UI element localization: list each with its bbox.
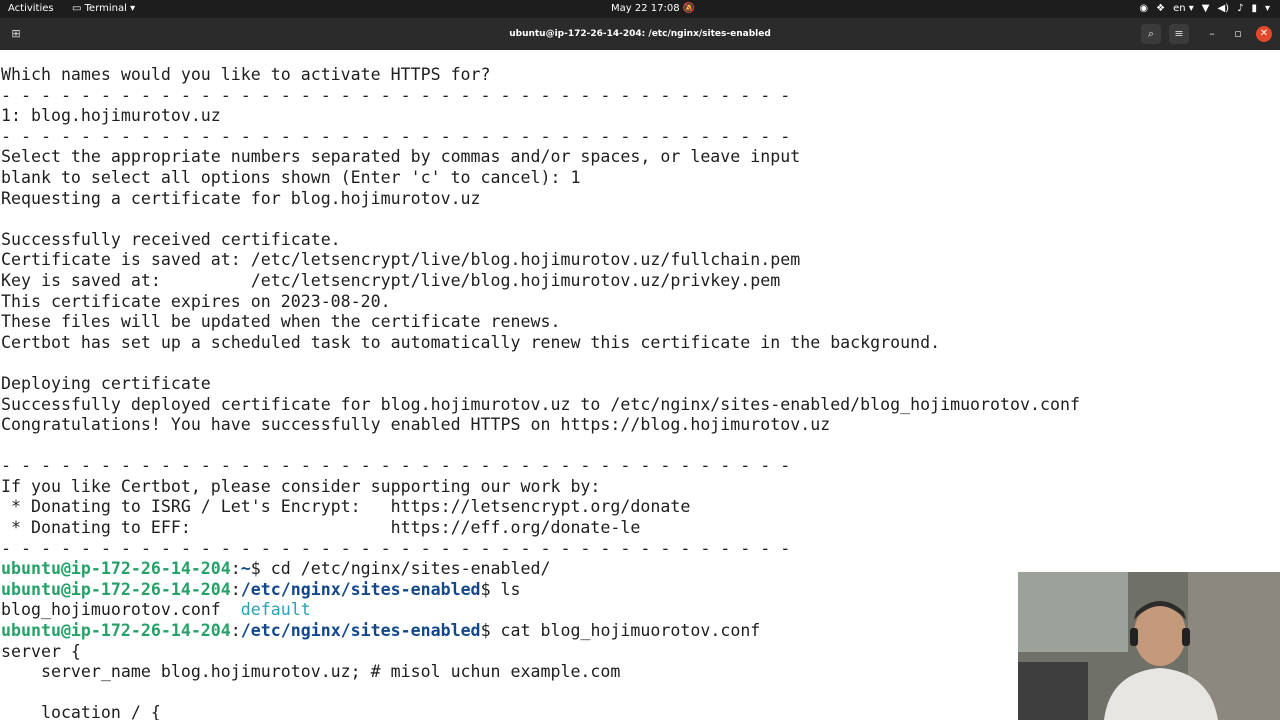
window-title: ubuntu@ip-172-26-14-204: /etc/nginx/site… (509, 29, 771, 39)
terminal-line: 1: blog.hojimurotov.uz (1, 106, 221, 126)
terminal-line: Which names would you like to activate H… (1, 65, 491, 84)
colorpicker-icon[interactable]: ◉ (1139, 0, 1148, 18)
terminal-line: - - - - - - - - - - - - - - - - - - - - … (1, 85, 791, 105)
prompt-path: /etc/nginx/sites-enabled (240, 579, 481, 599)
config-line: server_name blog.hojimurotov.uz; # misol… (1, 662, 621, 682)
terminal-line: - - - - - - - - - - - - - - - - - - - - … (1, 538, 791, 558)
prompt-line: ubuntu@ip-172-26-14-204:/etc/nginx/sites… (1, 621, 761, 641)
prompt-line: ubuntu@ip-172-26-14-204:/etc/nginx/sites… (1, 579, 521, 599)
chevron-down-icon: ▾ (130, 3, 136, 14)
prompt-path: /etc/nginx/sites-enabled (240, 621, 481, 641)
app-menu[interactable]: ▭ Terminal ▾ (72, 0, 135, 18)
webcam-overlay (1018, 572, 1280, 720)
file-name: blog_hojimuorotov.conf (1, 600, 221, 620)
activities-button[interactable]: Activities (8, 0, 54, 18)
prompt-line: ubuntu@ip-172-26-14-204:~$ cd /etc/nginx… (1, 559, 551, 579)
terminal-line: Congratulations! You have successfully e… (1, 415, 831, 435)
terminal-line: This certificate expires on 2023-08-20. (1, 291, 391, 311)
config-line: location / { (1, 703, 161, 720)
terminal-line: Certbot has set up a scheduled task to a… (1, 332, 941, 352)
command-text: cd /etc/nginx/sites-enabled/ (270, 559, 551, 579)
terminal-line: Certificate is saved at: /etc/letsencryp… (1, 250, 801, 270)
terminal-icon: ▭ (72, 3, 82, 14)
prompt-user: ubuntu@ip-172-26-14-204 (1, 579, 231, 599)
terminal-line: These files will be updated when the cer… (1, 312, 561, 332)
close-icon[interactable]: ✕ (1256, 26, 1272, 42)
terminal-line: - - - - - - - - - - - - - - - - - - - - … (1, 126, 791, 146)
minimize-icon[interactable]: – (1202, 24, 1222, 44)
notifications-off-icon: 🔕 (682, 3, 696, 14)
clock[interactable]: May 22 17:08 🔕 (611, 0, 695, 18)
power-menu-icon[interactable]: ▾ (1265, 0, 1270, 18)
language-indicator[interactable]: en ▾ (1173, 0, 1194, 18)
mic-icon[interactable]: ♪ (1237, 0, 1243, 18)
ls-output: blog_hojimuorotov.conf default (1, 600, 1080, 621)
file-name-highlighted: default (240, 600, 311, 620)
terminal-line: Deploying certificate (1, 373, 211, 393)
terminal-line: * Donating to EFF: https://eff.org/donat… (1, 518, 641, 538)
prompt-path: ~ (240, 559, 251, 579)
command-text: cat blog_hojimuorotov.conf (500, 621, 761, 641)
app-name: Terminal (84, 3, 127, 14)
search-icon[interactable]: ⌕ (1141, 24, 1161, 44)
terminal-line: If you like Certbot, please consider sup… (1, 476, 601, 496)
terminal-line: Requesting a certificate for blog.hojimu… (1, 188, 481, 208)
terminal-line: Successfully deployed certificate for bl… (1, 394, 1080, 414)
volume-icon[interactable]: ◀) (1217, 0, 1229, 18)
language-label: en (1173, 3, 1186, 14)
clock-text: May 22 17:08 (611, 3, 680, 14)
terminal-line: blank to select all options shown (Enter… (1, 167, 581, 187)
terminal-line: Key is saved at: /etc/letsencrypt/live/b… (1, 270, 781, 290)
terminal-line: Successfully received certificate. (1, 229, 341, 249)
prompt-user: ubuntu@ip-172-26-14-204 (1, 621, 231, 641)
dropbox-icon[interactable]: ❖ (1156, 0, 1165, 18)
terminal-line: Select the appropriate numbers separated… (1, 147, 801, 167)
hamburger-menu-icon[interactable]: ≡ (1169, 24, 1189, 44)
wifi-icon[interactable]: ▼ (1202, 0, 1210, 18)
maximize-icon[interactable]: ▫ (1228, 24, 1248, 44)
webcam-image (1018, 572, 1280, 720)
battery-icon[interactable]: ▮ (1251, 0, 1257, 18)
prompt-user: ubuntu@ip-172-26-14-204 (1, 559, 231, 579)
terminal-line: * Donating to ISRG / Let's Encrypt: http… (1, 497, 691, 517)
terminal-line: - - - - - - - - - - - - - - - - - - - - … (1, 456, 791, 476)
top-bar: Activities ▭ Terminal ▾ May 22 17:08 🔕 ◉… (0, 0, 1280, 18)
config-line: server { (1, 641, 81, 661)
terminal-title-bar: ⊞ ubuntu@ip-172-26-14-204: /etc/nginx/si… (0, 18, 1280, 50)
system-tray[interactable]: ◉ ❖ en ▾ ▼ ◀) ♪ ▮ ▾ (1139, 0, 1270, 18)
command-text: ls (500, 579, 521, 599)
config-line (1, 683, 1080, 704)
